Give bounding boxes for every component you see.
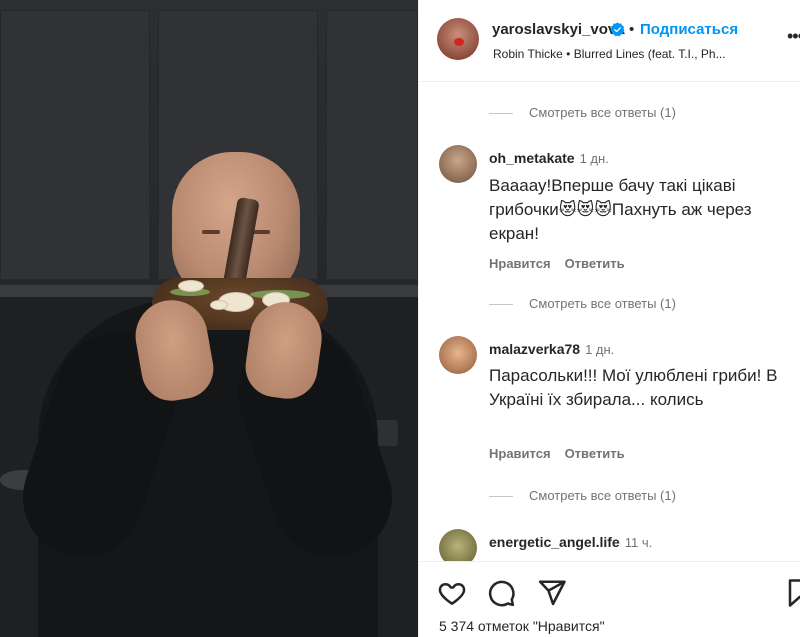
heart-icon[interactable] — [437, 578, 467, 608]
post-side-panel: yaroslavskyi_vova • Подписаться Robin Th… — [418, 0, 800, 637]
cabinet-panel — [0, 10, 150, 280]
comment-user-label[interactable]: energetic_angel.life — [489, 534, 620, 550]
view-replies-link[interactable]: Смотреть все ответы (1) — [489, 488, 676, 503]
music-info[interactable]: Robin Thicke • Blurred Lines (feat. T.I.… — [493, 47, 726, 61]
comment-icon[interactable] — [486, 578, 516, 608]
save-bookmark-icon[interactable] — [785, 578, 800, 608]
eye — [202, 230, 220, 234]
post-actions-bar: 5 374 отметок "Нравится" — [419, 561, 800, 637]
view-replies-label[interactable]: Смотреть все ответы (1) — [529, 296, 676, 311]
follow-button[interactable]: Подписаться — [640, 21, 738, 38]
comment-like-button[interactable]: Нравится — [489, 256, 551, 271]
commenter-avatar[interactable] — [439, 336, 477, 374]
comment-time: 1 дн. — [579, 151, 609, 166]
comment-user-label[interactable]: oh_metakate — [489, 150, 575, 166]
view-replies-label[interactable]: Смотреть все ответы (1) — [529, 105, 676, 120]
view-replies-link[interactable]: Смотреть все ответы (1) — [489, 296, 676, 311]
comment-text: Парасольки!!! Мої улюблені гриби! В Укра… — [489, 366, 778, 409]
music-artist[interactable]: Robin Thicke — [493, 47, 563, 61]
comment-username[interactable]: energetic_angel.life 11 ч. — [489, 534, 652, 550]
view-replies-label[interactable]: Смотреть все ответы (1) — [529, 488, 676, 503]
replies-line — [489, 304, 513, 306]
comment-username[interactable]: oh_metakate 1 дн. — [489, 150, 609, 166]
comment-user-label[interactable]: malazverka78 — [489, 341, 580, 357]
comment-username[interactable]: malazverka78 1 дн. — [489, 341, 614, 357]
more-options-icon[interactable]: ••• — [787, 26, 800, 47]
comment-text: Ваааау!Вперше бачу такі цікаві грибочки😻… — [489, 176, 752, 243]
share-icon[interactable] — [537, 578, 567, 608]
comments-list[interactable]: Смотреть все ответы (1) oh_metakate 1 дн.… — [419, 83, 800, 561]
music-track[interactable]: Blurred Lines (feat. T.I., Ph... — [574, 47, 726, 61]
verified-badge-icon — [610, 22, 625, 37]
likes-count[interactable]: 5 374 отметок "Нравится" — [439, 618, 605, 634]
post-header: yaroslavskyi_vova • Подписаться Robin Th… — [419, 0, 800, 82]
header-separator: • — [629, 21, 635, 38]
comment-reply-button[interactable]: Ответить — [565, 256, 625, 271]
replies-line — [489, 496, 513, 498]
author-username[interactable]: yaroslavskyi_vova — [492, 21, 625, 38]
cabinet-panel — [326, 10, 418, 280]
comment-actions: Нравится Ответить — [489, 256, 639, 271]
post-photo[interactable] — [0, 0, 418, 637]
comment-time: 11 ч. — [624, 535, 653, 550]
replies-line — [489, 113, 513, 115]
mushroom-slice — [210, 300, 228, 310]
view-replies-link[interactable]: Смотреть все ответы (1) — [489, 105, 676, 120]
comment-actions: Нравится Ответить — [489, 446, 639, 461]
eye — [252, 230, 270, 234]
comment-reply-button[interactable]: Ответить — [565, 446, 625, 461]
commenter-avatar[interactable] — [439, 529, 477, 561]
music-separator: • — [566, 47, 571, 61]
author-avatar[interactable] — [437, 18, 479, 60]
comment-time: 1 дн. — [585, 342, 615, 357]
comment-like-button[interactable]: Нравится — [489, 446, 551, 461]
commenter-avatar[interactable] — [439, 145, 477, 183]
mushroom-slice — [178, 280, 204, 292]
